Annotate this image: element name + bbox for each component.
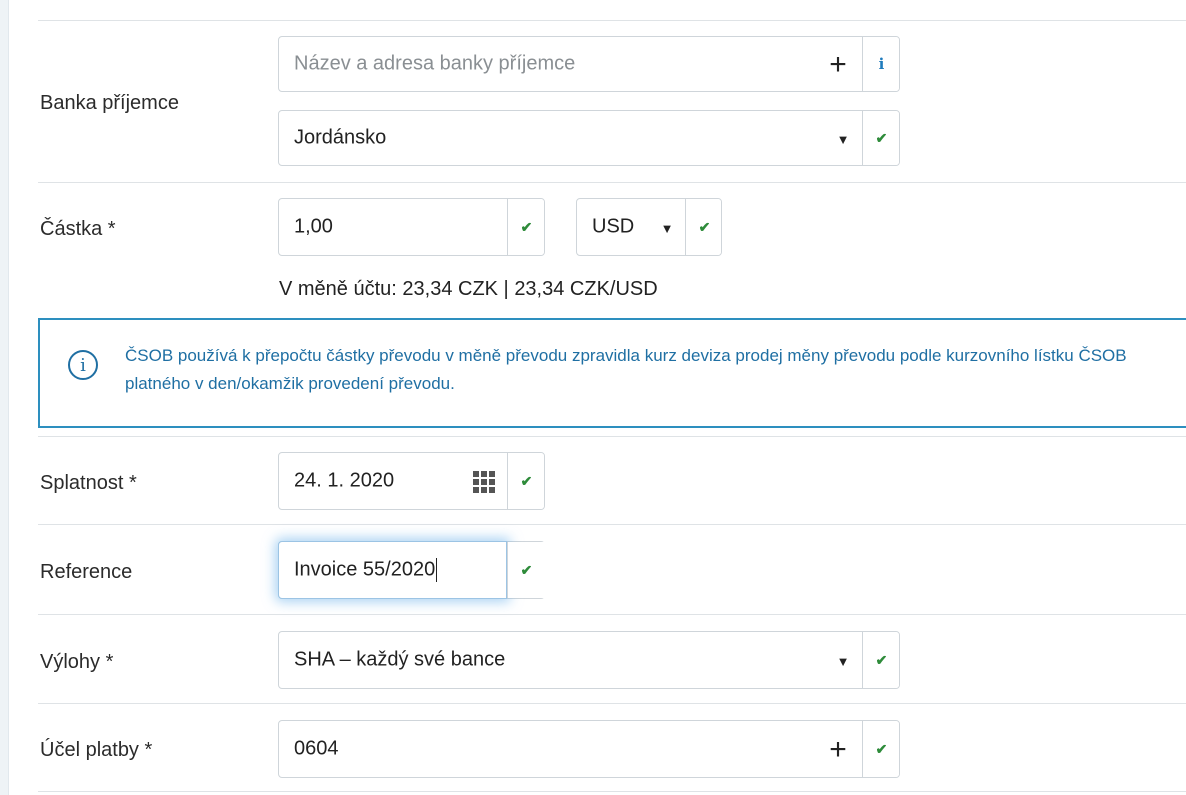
- reference-field[interactable]: Invoice 55/2020 ✔: [278, 541, 545, 599]
- reference-text: Invoice 55/2020: [294, 558, 438, 582]
- check-icon: ✔: [875, 740, 888, 757]
- add-purpose-button[interactable]: +: [814, 721, 862, 777]
- divider: [38, 524, 1186, 525]
- amount-valid-indicator: ✔: [507, 199, 544, 255]
- currency-select[interactable]: USD ▼ ✔: [576, 198, 722, 256]
- country-valid-indicator: ✔: [862, 111, 899, 165]
- left-rail: [0, 0, 9, 795]
- purpose-field[interactable]: 0604 + ✔: [278, 720, 900, 778]
- due-date-input[interactable]: 24. 1. 2020 ✔: [278, 452, 545, 510]
- check-icon: ✔: [520, 218, 533, 235]
- amount-value: 1,00: [294, 215, 333, 238]
- bank-country-select[interactable]: Jordánsko ▼ ✔: [278, 110, 900, 166]
- check-icon: ✔: [520, 561, 533, 578]
- reference-value: Invoice 55/2020: [294, 558, 436, 581]
- fees-value: SHA – každý své bance: [294, 648, 506, 671]
- fees-dropdown-toggle[interactable]: ▼: [824, 632, 862, 688]
- info-circle-icon: i: [68, 350, 98, 380]
- due-date-value: 24. 1. 2020: [294, 469, 395, 492]
- fees-valid-indicator: ✔: [862, 632, 899, 688]
- check-icon: ✔: [520, 472, 533, 489]
- bank-label: Banka příjemce: [40, 92, 179, 114]
- divider: [38, 703, 1186, 704]
- text-cursor: [436, 558, 438, 582]
- plus-icon: +: [829, 48, 847, 81]
- fees-label: Výlohy *: [40, 651, 114, 673]
- purpose-value: 0604: [294, 737, 339, 760]
- chevron-down-icon: ▼: [660, 220, 674, 236]
- info-icon: i: [878, 55, 885, 73]
- account-currency-hint: V měně účtu: 23,34 CZK | 23,34 CZK/USD: [279, 278, 658, 300]
- notice-text: ČSOB používá k přepočtu částky převodu v…: [125, 346, 1127, 393]
- amount-input[interactable]: 1,00 ✔: [278, 198, 545, 256]
- divider: [38, 614, 1186, 615]
- chevron-down-icon: ▼: [836, 653, 850, 669]
- reference-input[interactable]: Invoice 55/2020: [278, 541, 507, 599]
- reference-valid-indicator: ✔: [507, 542, 545, 598]
- bank-name-field[interactable]: Název a adresa banky příjemce + i: [278, 36, 900, 92]
- check-icon: ✔: [875, 651, 888, 668]
- divider: [38, 791, 1186, 792]
- due-date-valid-indicator: ✔: [507, 453, 544, 509]
- check-icon: ✔: [875, 129, 888, 146]
- due-date-label: Splatnost *: [40, 472, 137, 494]
- country-dropdown-toggle[interactable]: ▼: [824, 111, 862, 165]
- currency-dropdown-toggle[interactable]: ▼: [649, 199, 685, 255]
- plus-icon: +: [829, 733, 847, 766]
- reference-label: Reference: [40, 561, 133, 583]
- calendar-button[interactable]: [461, 453, 507, 509]
- bank-info-button[interactable]: i: [862, 37, 899, 91]
- exchange-rate-notice: i ČSOB používá k přepočtu částky převodu…: [38, 318, 1186, 428]
- calendar-grid-icon: [473, 471, 495, 493]
- chevron-down-icon: ▼: [836, 131, 850, 147]
- divider: [38, 436, 1186, 437]
- bank-name-placeholder: Název a adresa banky příjemce: [294, 52, 576, 75]
- divider: [38, 20, 1186, 21]
- fees-select[interactable]: SHA – každý své bance ▼ ✔: [278, 631, 900, 689]
- currency-valid-indicator: ✔: [685, 199, 721, 255]
- amount-label: Částka *: [40, 218, 116, 240]
- add-bank-button[interactable]: +: [814, 37, 862, 91]
- purpose-label: Účel platby *: [40, 739, 153, 761]
- currency-value: USD: [592, 215, 635, 238]
- bank-country-value: Jordánsko: [294, 126, 387, 149]
- divider: [38, 182, 1186, 183]
- check-icon: ✔: [698, 218, 711, 235]
- purpose-valid-indicator: ✔: [862, 721, 899, 777]
